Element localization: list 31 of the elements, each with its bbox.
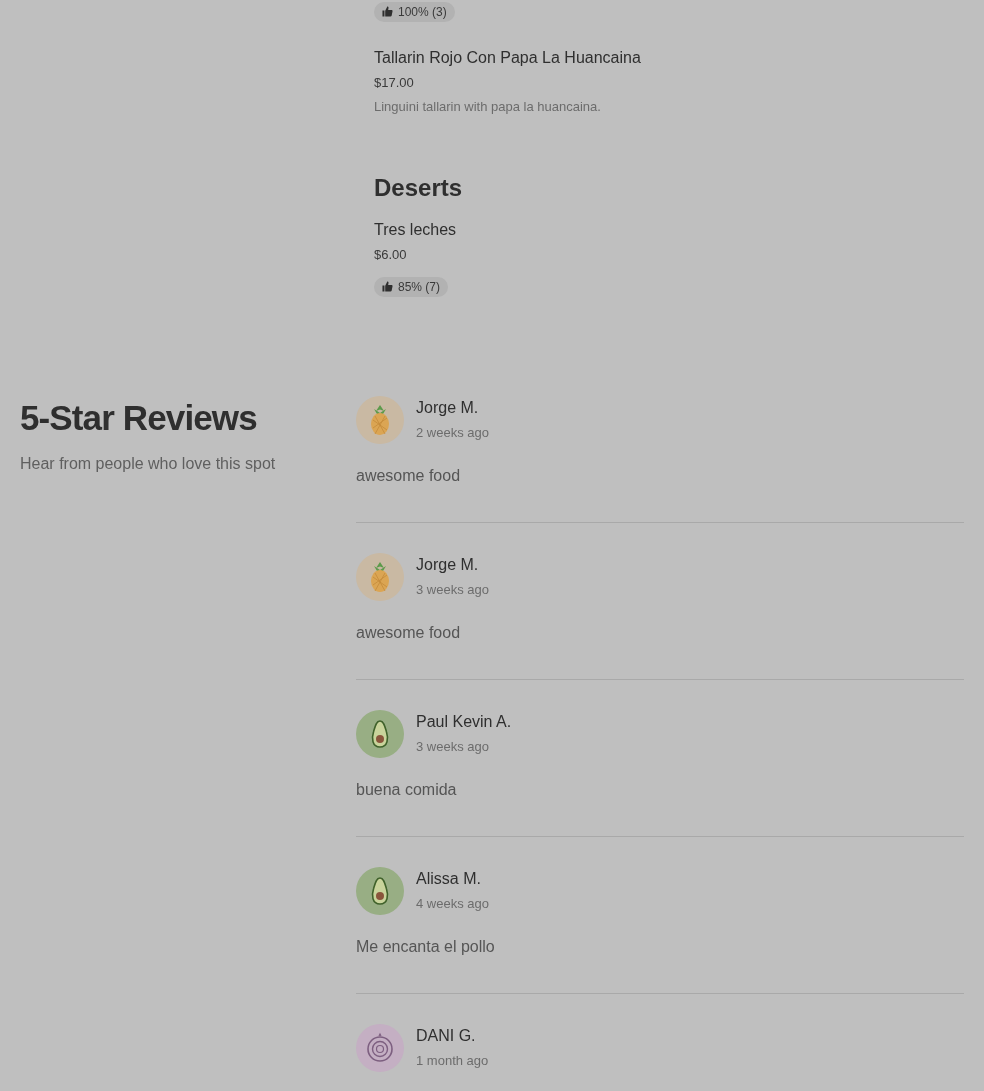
rating-text: 100% (3)	[398, 4, 447, 19]
pineapple-avatar-icon	[356, 396, 404, 444]
menu-item-name: Tallarin Rojo Con Papa La Huancaina	[374, 48, 641, 68]
avocado-avatar-icon	[356, 710, 404, 758]
review-date: 3 weeks ago	[416, 738, 490, 756]
menu-item-name: Tres leches	[374, 220, 457, 240]
reviews-title: 5-Star Reviews	[20, 397, 258, 439]
review-text: buena comida	[356, 780, 458, 800]
thumbs-up-icon	[382, 6, 393, 17]
onion-avatar-icon	[356, 1024, 404, 1072]
review-date: 3 weeks ago	[416, 581, 489, 599]
reviews-subtitle: Hear from people who love this spot	[20, 454, 277, 474]
review-text: Me encanta el pollo	[356, 937, 496, 957]
review-text: awesome food	[356, 466, 462, 486]
menu-item-price: $6.00	[374, 246, 407, 264]
pineapple-avatar-icon	[356, 553, 404, 601]
reviewer-name: Paul Kevin A.	[416, 712, 512, 732]
review-date: 2 weeks ago	[416, 424, 489, 442]
review-text: awesome food	[356, 623, 462, 643]
reviewer-name: DANI G.	[416, 1026, 477, 1046]
review-date: 4 weeks ago	[416, 895, 489, 913]
menu-item-description: Linguini tallarin with papa la huancaina.	[374, 98, 601, 116]
menu-item-price: $17.00	[374, 74, 414, 92]
thumbs-up-icon	[382, 281, 393, 292]
avocado-avatar-icon	[356, 867, 404, 915]
review-date: 1 month ago	[416, 1052, 489, 1070]
reviewer-name: Alissa M.	[416, 869, 482, 889]
reviewer-name: Jorge M.	[416, 398, 480, 418]
reviewer-name: Jorge M.	[416, 555, 480, 575]
section-heading: Deserts	[374, 173, 464, 203]
rating-text: 85% (7)	[398, 279, 441, 294]
